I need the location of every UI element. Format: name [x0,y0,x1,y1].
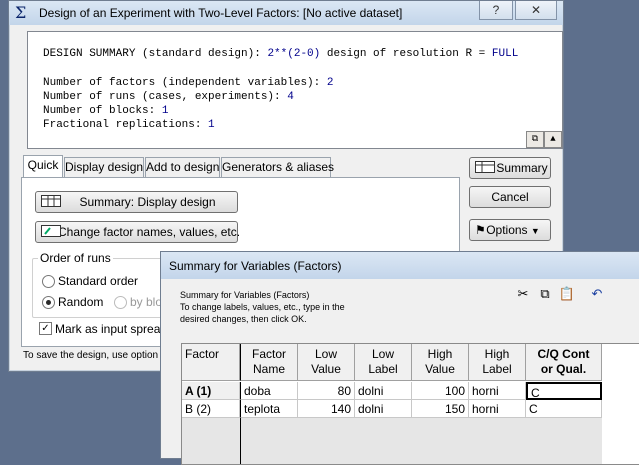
random-label: Random [58,295,104,309]
header-factor-name: Factor Name [240,344,298,381]
instructions-3: desired changes, then click OK. [180,314,307,324]
header-factor: Factor [182,344,240,381]
options-button[interactable]: ⚑ Options ▼ [469,219,551,241]
factors-dialog: Summary for Variables (Factors) Summary … [160,251,639,465]
title-bar[interactable]: Σ Design of an Experiment with Two-Level… [9,1,563,25]
output-line-2: Number of factors (independent variables… [43,77,334,89]
summary-display-design-button[interactable]: Summary: Display design [35,191,238,213]
help-button[interactable]: ? [479,1,513,20]
row-a-cq[interactable]: C [526,382,602,400]
output-line-3: Number of runs (cases, experiments): 4 [43,91,294,103]
row-a-high-label[interactable]: horni [469,382,526,400]
tab-generators-aliases[interactable]: Generators & aliases [221,157,334,177]
factors-grid: Factor Factor Name Low Value Low Label High… [181,343,639,465]
row-b-low-label[interactable]: dolni [355,400,412,418]
paste-icon[interactable]: 📋 [557,284,577,304]
row-a-low-label[interactable]: dolni [355,382,412,400]
cut-icon[interactable]: ✂ [513,284,533,304]
tab-add-to-design[interactable]: Add to design [145,157,220,177]
factors-window-title: Summary for Variables (Factors) [169,259,342,273]
by-block-radio[interactable] [114,296,127,309]
order-of-runs-group [32,258,174,318]
grid-empty-area [182,418,602,464]
tab-quick[interactable]: Quick [23,155,63,178]
summary-table-icon [475,161,495,173]
header-high-value: High Value [412,344,469,381]
factors-title-bar[interactable]: Summary for Variables (Factors) [161,252,639,279]
undo-icon[interactable]: ↶ [587,284,607,304]
order-of-runs-label: Order of runs [38,251,113,265]
output-line-5: Fractional replications: 1 [43,119,215,131]
standard-order-label: Standard order [58,274,139,288]
row-a-low-value[interactable]: 80 [298,382,355,400]
copy-icon[interactable]: ⧉ [535,284,555,304]
footer-hint: To save the design, use option "D [23,350,172,361]
cancel-button[interactable]: Cancel [469,186,551,208]
output-line-1: DESIGN SUMMARY (standard design): 2**(2-… [43,48,519,60]
row-b-high-value[interactable]: 150 [412,400,469,418]
options-icon: ⚑ [475,223,486,237]
copy-output-icon[interactable]: ⧉ [526,131,544,148]
header-cq: C/Q Cont or Qual. [526,344,602,381]
summary-button[interactable]: Summary [469,157,551,179]
row-b-low-value[interactable]: 140 [298,400,355,418]
row-b-high-label[interactable]: horni [469,400,526,418]
row-a-factor[interactable]: A (1) [182,382,240,400]
row-b-factor[interactable]: B (2) [182,400,240,418]
close-button[interactable]: ✕ [515,1,557,20]
random-radio[interactable] [42,296,55,309]
header-low-label: Low Label [355,344,412,381]
grid-divider [240,418,241,464]
row-a-name[interactable]: doba [240,382,298,400]
change-factor-names-button[interactable]: Change factor names, values, etc. [35,221,240,243]
summary-output-box: DESIGN SUMMARY (standard design): 2**(2-… [27,31,563,149]
row-b-cq[interactable]: C [526,400,602,418]
instructions-1: Summary for Variables (Factors) [180,290,310,300]
scroll-up-icon[interactable]: ▲ [544,131,562,148]
instructions-2: To change labels, values, etc., type in … [180,302,345,312]
header-high-label: High Label [469,344,526,381]
header-low-value: Low Value [298,344,355,381]
mark-as-input-checkbox[interactable]: ✓ [39,322,52,335]
statistica-sigma-icon: Σ [15,3,27,22]
row-a-high-value[interactable]: 100 [412,382,469,400]
tab-display-design[interactable]: Display design [64,157,144,177]
output-line-4: Number of blocks: 1 [43,105,169,117]
dropdown-arrow-icon: ▼ [530,226,540,236]
row-b-name[interactable]: teplota [240,400,298,418]
table-icon [41,195,61,207]
edit-table-icon [41,225,61,237]
window-title: Design of an Experiment with Two-Level F… [39,6,403,20]
standard-order-radio[interactable] [42,275,55,288]
